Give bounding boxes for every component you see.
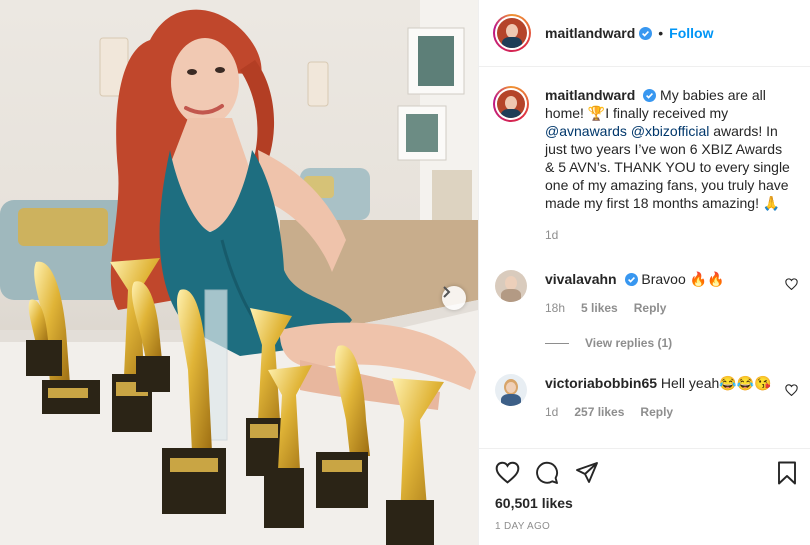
view-replies-button[interactable]: View replies (1) [545, 336, 672, 350]
comment-likes[interactable]: 257 likes [574, 403, 624, 421]
caption: maitlandward My babies are all home! 🏆I … [493, 86, 795, 244]
author-username[interactable]: maitlandward [545, 25, 635, 41]
author-avatar-small[interactable] [493, 86, 529, 122]
commenter-avatar[interactable] [495, 374, 527, 406]
avn-trophy-3 [316, 345, 370, 508]
comment: victoriabobbin65 Hell yeah😂😂😘 1d 257 lik… [495, 374, 798, 421]
reply-button[interactable]: Reply [634, 299, 667, 317]
caption-username[interactable]: maitlandward [545, 87, 635, 103]
likes-count[interactable]: 60,501 likes [495, 495, 573, 511]
comment-meta: 1d 257 likes Reply [545, 403, 795, 421]
chevron-right-icon [443, 286, 451, 298]
caption-meta: 1d [545, 226, 795, 244]
post-sidebar: maitlandward • Follow maitlandward My ba… [478, 0, 810, 545]
trophies [26, 258, 444, 545]
comment-meta: 18h 5 likes Reply [545, 299, 795, 317]
post-header: maitlandward • Follow [479, 0, 810, 67]
author-avatar[interactable] [493, 14, 531, 52]
comment-body: vivalavahn Bravoo 🔥🔥 18h 5 likes Reply [545, 270, 795, 317]
comment: vivalavahn Bravoo 🔥🔥 18h 5 likes Reply [495, 270, 798, 317]
mention-xbizofficial[interactable]: @xbizofficial [631, 123, 710, 139]
like-comment-heart-icon[interactable] [785, 384, 798, 396]
comment-likes[interactable]: 5 likes [581, 299, 618, 317]
next-photo-button[interactable] [442, 286, 466, 310]
separator: • [658, 25, 664, 41]
comment-age: 1d [545, 405, 559, 419]
bookmark-icon[interactable] [777, 461, 797, 485]
comment-icon[interactable] [535, 461, 559, 485]
reply-button[interactable]: Reply [640, 403, 673, 421]
verified-badge-icon [643, 89, 657, 102]
commenter-username[interactable]: victoriabobbin65 [545, 375, 657, 391]
comments-list: maitlandward My babies are all home! 🏆I … [479, 68, 810, 448]
comment-text: Bravoo 🔥🔥 [641, 271, 725, 287]
post-actions: 60,501 likes 1 DAY AGO [479, 448, 810, 545]
verified-badge-icon [624, 273, 638, 286]
share-icon[interactable] [575, 461, 599, 485]
comment-text: Hell yeah😂😂😘 [660, 375, 772, 391]
like-comment-heart-icon[interactable] [785, 278, 798, 290]
commenter-username[interactable]: vivalavahn [545, 271, 617, 287]
mention-avnawards[interactable]: @avnawards [545, 123, 627, 139]
comment-age: 18h [545, 301, 566, 315]
replies-divider [545, 342, 569, 344]
heart-icon[interactable] [495, 461, 520, 484]
view-replies-label: View replies (1) [585, 336, 673, 350]
post-timestamp: 1 DAY AGO [495, 521, 551, 532]
post-photo [0, 0, 478, 545]
caption-text: maitlandward My babies are all home! 🏆I … [545, 86, 795, 244]
comment-body: victoriabobbin65 Hell yeah😂😂😘 1d 257 lik… [545, 374, 795, 421]
verified-badge-icon [639, 26, 653, 40]
caption-age: 1d [545, 228, 559, 242]
commenter-avatar[interactable] [495, 270, 527, 302]
follow-button[interactable]: Follow [669, 25, 713, 41]
xbiz-trophy-3 [386, 378, 444, 545]
